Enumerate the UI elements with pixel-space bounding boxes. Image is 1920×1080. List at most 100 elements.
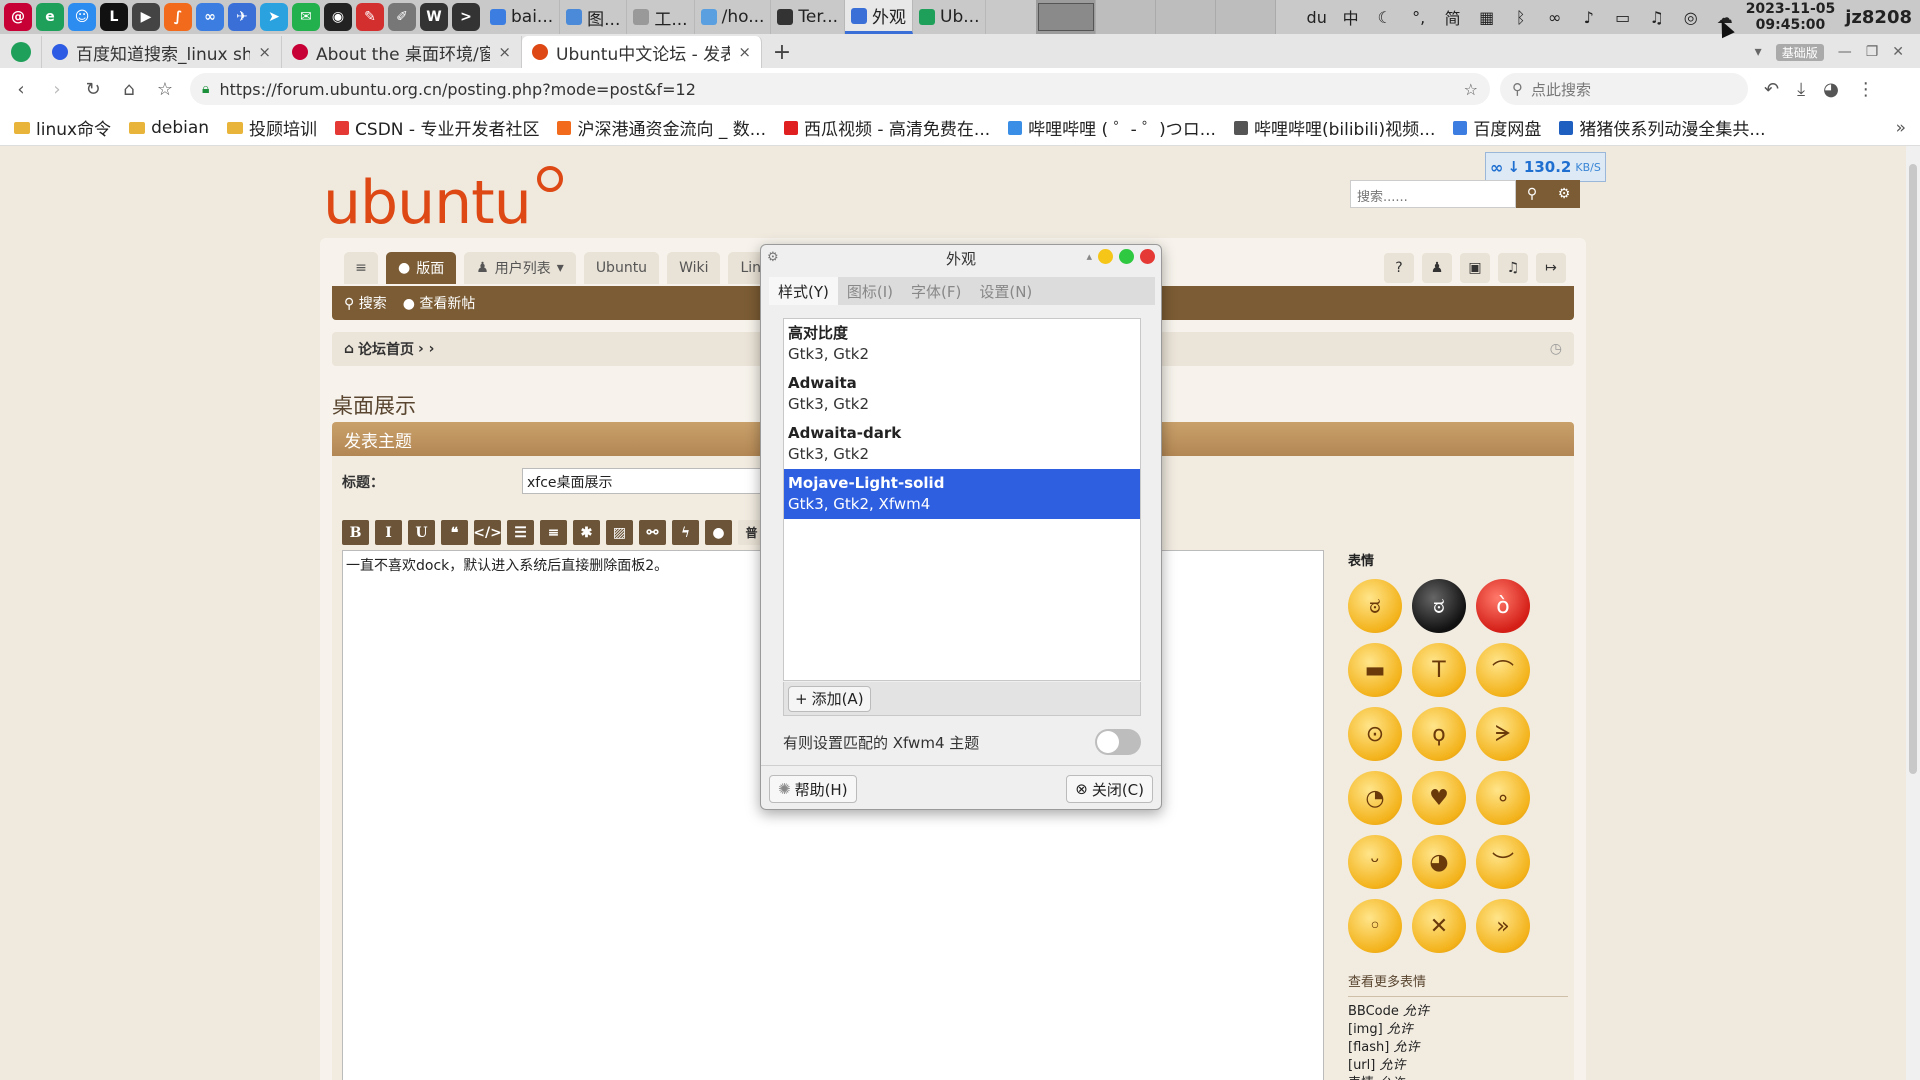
dialog-titlebar[interactable]: ⚙ 外观 ▴ bbox=[761, 245, 1161, 271]
taskbar-item[interactable]: 外观 bbox=[845, 0, 914, 34]
edge-icon[interactable]: e bbox=[36, 3, 64, 31]
page-scrollbar[interactable] bbox=[1906, 146, 1920, 1080]
tab-close-icon[interactable]: × bbox=[258, 43, 271, 61]
theme-list-item[interactable]: Adwaita Gtk3, Gtk2 bbox=[784, 369, 1140, 419]
address-bar[interactable]: 🔒︎ https://forum.ubuntu.org.cn/posting.p… bbox=[190, 73, 1490, 105]
taskbar-item[interactable]: 图... bbox=[560, 0, 628, 34]
smiley-icon[interactable]: » bbox=[1476, 899, 1530, 953]
bbcode-button[interactable]: ϟ bbox=[672, 520, 699, 545]
subnav-link[interactable]: ● 查看新帖 bbox=[403, 293, 476, 313]
bbcode-button[interactable]: ≡ bbox=[540, 520, 567, 545]
battery-icon[interactable]: ▭ bbox=[1612, 6, 1634, 28]
close-button[interactable] bbox=[1140, 249, 1155, 264]
dialog-tab[interactable]: 图标(I) bbox=[838, 277, 902, 305]
bookmark-star-icon[interactable]: ☆ bbox=[150, 74, 180, 104]
advanced-search-gear-icon[interactable]: ⚙ bbox=[1548, 180, 1580, 208]
browser-logo-icon[interactable] bbox=[0, 36, 42, 68]
bird-icon[interactable]: ✈ bbox=[228, 3, 256, 31]
taskbar-item[interactable]: /ho... bbox=[695, 0, 772, 34]
bookmark-item[interactable]: 百度网盘 bbox=[1453, 115, 1541, 140]
breadcrumb-home[interactable]: 论坛首页 bbox=[358, 339, 414, 359]
clapper-icon[interactable]: ▶ bbox=[132, 3, 160, 31]
bookmark-item[interactable]: 沪深港通资金流向 _ 数... bbox=[557, 115, 766, 140]
logout-icon[interactable]: ↦ bbox=[1536, 253, 1566, 283]
smiley-icon[interactable]: ∘ bbox=[1476, 771, 1530, 825]
dialog-tab[interactable]: 样式(Y) bbox=[769, 277, 838, 305]
minimize-icon[interactable]: — bbox=[1838, 44, 1852, 60]
workspace-1[interactable] bbox=[1036, 0, 1097, 34]
taskbar-item[interactable]: 工... bbox=[627, 0, 695, 34]
bookmark-item[interactable]: debian bbox=[129, 118, 209, 138]
chinese-mode-icon[interactable]: 中 bbox=[1340, 6, 1362, 28]
letter-l-icon[interactable]: L bbox=[100, 3, 128, 31]
bbcode-button[interactable]: U bbox=[408, 520, 435, 545]
bbcode-button[interactable]: B bbox=[342, 520, 369, 545]
bookmark-item[interactable]: 西瓜视频 - 高清免费在... bbox=[783, 115, 990, 140]
bbcode-button[interactable]: ▨ bbox=[606, 520, 633, 545]
bbcode-button[interactable]: ⚯ bbox=[639, 520, 666, 545]
bookmark-item[interactable]: linux命令 bbox=[14, 115, 111, 140]
url-text[interactable]: https://forum.ubuntu.org.cn/posting.php?… bbox=[219, 80, 1453, 99]
workspace-3[interactable] bbox=[1156, 0, 1217, 34]
screenshot-icon[interactable]: ◎ bbox=[1680, 6, 1702, 28]
browser-tab[interactable]: Ubuntu中文论坛 - 发表 × bbox=[522, 36, 762, 68]
site-search-input[interactable]: 搜索...... bbox=[1350, 180, 1516, 208]
browser-search-box[interactable]: ⚲ 点此搜索 bbox=[1500, 73, 1748, 105]
workspace-2[interactable] bbox=[1096, 0, 1157, 34]
wordpress-icon[interactable]: W bbox=[420, 3, 448, 31]
bbcode-button[interactable]: </> bbox=[473, 520, 502, 545]
bookmark-item[interactable]: 哔哩哔哩(bilibili)视频... bbox=[1233, 115, 1435, 140]
dialog-tab[interactable]: 字体(F) bbox=[902, 277, 970, 305]
more-smilies-link[interactable]: 查看更多表情 bbox=[1348, 971, 1568, 997]
telegram-icon[interactable]: ➤ bbox=[260, 3, 288, 31]
grid-icon[interactable]: ▦ bbox=[1476, 6, 1498, 28]
smiley-icon[interactable]: ᗒ bbox=[1476, 707, 1530, 761]
notification-bell-icon[interactable]: ♫ bbox=[1498, 253, 1528, 283]
bookmark-item[interactable]: 哔哩哔哩 ( ゜- ゜)つロ... bbox=[1008, 115, 1216, 140]
forum-tab[interactable]: ● 版面 bbox=[386, 252, 457, 284]
pdf-icon[interactable]: ✎ bbox=[356, 3, 384, 31]
minimize-button[interactable] bbox=[1098, 249, 1113, 264]
theme-list-item[interactable]: Adwaita-dark Gtk3, Gtk2 bbox=[784, 419, 1140, 469]
dialog-close-button[interactable]: ⊗ 关闭(C) bbox=[1066, 775, 1153, 803]
netdisk-tray-icon[interactable]: ∞ bbox=[1544, 6, 1566, 28]
user-icon[interactable]: ♟ bbox=[1422, 253, 1452, 283]
taskbar-item[interactable]: bai... bbox=[484, 0, 561, 34]
bookmark-item[interactable]: 投顾培训 bbox=[227, 115, 317, 140]
favorite-star-icon[interactable]: ☆ bbox=[1464, 80, 1478, 99]
finder-icon[interactable]: ☺ bbox=[68, 3, 96, 31]
account-dropdown-icon[interactable]: ▾ bbox=[1755, 44, 1762, 60]
subnav-link[interactable]: ⚲ 搜索 bbox=[344, 293, 387, 313]
bluetooth-icon[interactable]: ᛒ bbox=[1510, 6, 1532, 28]
taskbar-item[interactable]: Ub... bbox=[913, 0, 987, 34]
close-window-icon[interactable]: ✕ bbox=[1892, 44, 1904, 60]
workspace-4[interactable] bbox=[1216, 0, 1277, 34]
site-search-button[interactable]: ⚲ bbox=[1516, 180, 1548, 208]
bbcode-button[interactable]: ☰ bbox=[507, 520, 534, 545]
xfwm-match-toggle[interactable] bbox=[1095, 729, 1141, 755]
bell-icon[interactable]: ♫ bbox=[1646, 6, 1668, 28]
restore-icon[interactable]: ❐ bbox=[1866, 44, 1879, 60]
bookmark-item[interactable]: 猪猪侠系列动漫全集共... bbox=[1559, 115, 1766, 140]
sublime-icon[interactable]: ∫ bbox=[164, 3, 192, 31]
punctuation-icon[interactable]: °, bbox=[1408, 6, 1430, 28]
browser-tab[interactable]: About the 桌面环境/窗 × bbox=[282, 36, 522, 68]
smiley-icon[interactable]: ᵕ bbox=[1348, 835, 1402, 889]
add-theme-button[interactable]: + 添加(A) bbox=[788, 685, 871, 712]
smiley-icon[interactable]: ⌒ bbox=[1476, 643, 1530, 697]
smiley-icon[interactable]: ಠ bbox=[1412, 579, 1466, 633]
dialog-tab[interactable]: 设置(N) bbox=[970, 277, 1041, 305]
reload-icon[interactable]: ↻ bbox=[78, 74, 108, 104]
text-editor-icon[interactable]: ✐ bbox=[388, 3, 416, 31]
smiley-icon[interactable]: ♥ bbox=[1412, 771, 1466, 825]
debian-swirl-icon[interactable]: @ bbox=[4, 3, 32, 31]
baidu-netdisk-icon[interactable]: ∞ bbox=[196, 3, 224, 31]
wechat-icon[interactable]: ✉ bbox=[292, 3, 320, 31]
back-icon[interactable]: ‹ bbox=[6, 74, 36, 104]
page-title[interactable]: 桌面展示 bbox=[332, 390, 416, 420]
download-speed-widget[interactable]: ∞ ↓ 130.2 KB/S bbox=[1485, 152, 1606, 182]
new-tab-button[interactable]: + bbox=[762, 36, 802, 68]
bbcode-button[interactable]: I bbox=[375, 520, 402, 545]
smiley-icon[interactable]: ◔ bbox=[1348, 771, 1402, 825]
help-button[interactable]: ✺ 帮助(H) bbox=[769, 775, 857, 803]
